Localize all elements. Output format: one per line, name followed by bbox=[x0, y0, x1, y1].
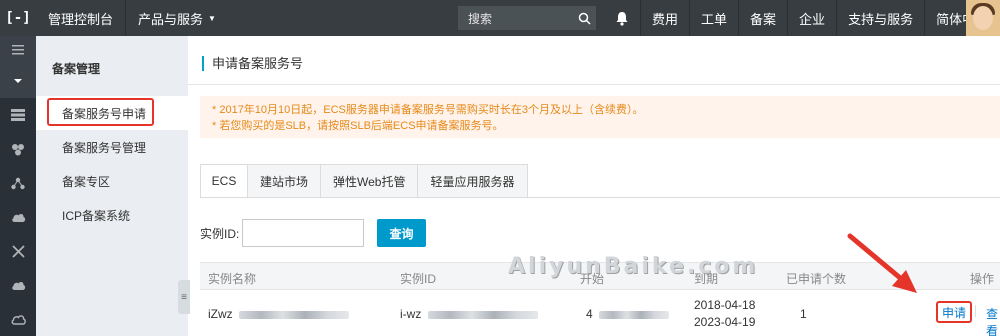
instance-name: iZwz bbox=[208, 307, 350, 321]
nav-enterprise[interactable]: 企业 bbox=[787, 0, 836, 36]
instance-id: i-wz bbox=[400, 307, 538, 321]
divider bbox=[975, 305, 976, 317]
sidebar-item-icp-system[interactable]: ICP备案系统 bbox=[36, 198, 188, 232]
sidebar-item-label: ICP备案系统 bbox=[62, 208, 131, 223]
products-menu-label: 产品与服务 bbox=[138, 11, 204, 27]
redacted-text bbox=[599, 310, 670, 319]
right-navigation: 费用 工单 备案 企业 支持与服务 简体中文 bbox=[604, 0, 999, 36]
divider bbox=[200, 197, 1000, 198]
notice-line: * 若您购买的是SLB，请按照SLB后端ECS申请备案服务号。 bbox=[212, 120, 504, 132]
column-header: 已申请个数 bbox=[786, 272, 847, 286]
column-header: 操作 bbox=[970, 272, 995, 286]
apply-button-highlight: 申请 bbox=[936, 301, 972, 323]
notice-line: * 2017年10月10日起，ECS服务器申请备案服务号需购买时长在3个月及以上… bbox=[212, 104, 644, 116]
redacted-text bbox=[427, 310, 538, 319]
products-menu[interactable]: 产品与服务 ▼ bbox=[125, 0, 228, 36]
caret-down-icon: ▼ bbox=[208, 13, 216, 23]
shuffle-icon[interactable] bbox=[0, 234, 36, 268]
start-info: 4 bbox=[586, 307, 670, 321]
search-icon[interactable] bbox=[572, 6, 596, 30]
sidebar: 备案管理 备案服务号申请 备案服务号管理 备案专区 ICP备案系统 bbox=[36, 36, 188, 336]
sidebar-title: 备案管理 bbox=[52, 62, 101, 76]
bell-icon[interactable] bbox=[604, 0, 640, 36]
table-row: iZwz i-wz 4 2018-04-18 2023-04-19 1 申请 查… bbox=[200, 291, 1000, 336]
applied-count: 1 bbox=[800, 307, 807, 321]
network-icon[interactable] bbox=[0, 166, 36, 200]
column-header: 实例名称 bbox=[208, 272, 257, 286]
instance-name-text: iZwz bbox=[208, 307, 233, 321]
grip-icon: ≡ bbox=[181, 291, 187, 303]
sidebar-item-label: 备案专区 bbox=[62, 174, 111, 189]
instance-type-tabs: ECS 建站市场 弹性Web托管 轻量应用服务器 bbox=[200, 164, 528, 198]
search-box[interactable]: 搜索 bbox=[458, 6, 596, 30]
search-input[interactable]: 搜索 bbox=[458, 10, 572, 27]
page-title: 申请备案服务号 bbox=[202, 56, 303, 71]
cluster-icon[interactable] bbox=[0, 132, 36, 166]
cloud-icon[interactable] bbox=[0, 268, 36, 302]
icon-rail bbox=[0, 36, 36, 336]
tab-lightweight-server[interactable]: 轻量应用服务器 bbox=[418, 164, 528, 198]
nav-support[interactable]: 支持与服务 bbox=[836, 0, 924, 36]
notice-banner: * 2017年10月10日起，ECS服务器申请备案服务号需购买时长在3个月及以上… bbox=[200, 96, 1000, 138]
nav-icp[interactable]: 备案 bbox=[738, 0, 787, 36]
end-date: 2023-04-19 bbox=[694, 315, 756, 329]
cloud-outline-icon[interactable] bbox=[0, 302, 36, 336]
apply-link[interactable]: 申请 bbox=[942, 304, 966, 321]
nav-tickets[interactable]: 工单 bbox=[689, 0, 738, 36]
tab-web-hosting[interactable]: 弹性Web托管 bbox=[321, 164, 419, 198]
chevron-down-icon[interactable] bbox=[0, 64, 36, 98]
menu-toggle-icon[interactable] bbox=[0, 36, 36, 64]
redacted-text bbox=[239, 310, 350, 319]
instance-id-text: i-wz bbox=[400, 307, 422, 321]
instance-id-label: 实例ID: bbox=[200, 227, 240, 241]
sidebar-item-icp-zone[interactable]: 备案专区 bbox=[36, 164, 188, 198]
nav-billing[interactable]: 费用 bbox=[640, 0, 689, 36]
server-icon[interactable] bbox=[0, 98, 36, 132]
sidebar-item-label: 备案服务号管理 bbox=[62, 140, 147, 155]
divider bbox=[188, 84, 1000, 85]
tab-ecs[interactable]: ECS bbox=[200, 164, 248, 198]
column-header: 实例ID bbox=[400, 272, 437, 286]
instance-id-input[interactable] bbox=[242, 219, 364, 247]
start-info-text: 4 bbox=[586, 307, 593, 321]
watermark: AliyunBaike.com bbox=[508, 254, 759, 279]
validity-dates: 2018-04-18 2023-04-19 bbox=[694, 297, 755, 331]
start-date: 2018-04-18 bbox=[694, 298, 756, 312]
view-link[interactable]: 查看 bbox=[986, 305, 1000, 336]
avatar[interactable] bbox=[966, 0, 1000, 36]
sidebar-item-manage-service-number[interactable]: 备案服务号管理 bbox=[36, 130, 188, 164]
main-content: 申请备案服务号 * 2017年10月10日起，ECS服务器申请备案服务号需购买时… bbox=[188, 36, 1000, 336]
tab-site-market[interactable]: 建站市场 bbox=[248, 164, 322, 198]
highlight-box bbox=[47, 98, 154, 126]
sidebar-item-apply-service-number[interactable]: 备案服务号申请 bbox=[36, 96, 188, 130]
query-button[interactable]: 查询 bbox=[377, 219, 426, 247]
console-link[interactable]: 管理控制台 bbox=[36, 0, 125, 36]
cloud-gauge-icon[interactable] bbox=[0, 200, 36, 234]
top-navigation-bar: [-] 管理控制台 产品与服务 ▼ 搜索 费用 工单 备案 企业 支持与服务 简… bbox=[0, 0, 1000, 36]
aliyun-logo-icon[interactable]: [-] bbox=[0, 0, 36, 36]
